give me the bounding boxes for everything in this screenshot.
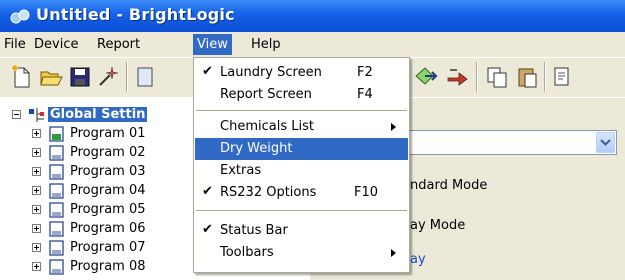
wizard-icon[interactable] — [95, 64, 121, 90]
tree-item-label[interactable]: Program 07 — [70, 240, 146, 255]
program-icon — [49, 183, 64, 199]
tree-item-label[interactable]: Program 06 — [70, 221, 146, 236]
expand-icon[interactable] — [32, 129, 41, 138]
toolbar-separator — [126, 62, 128, 92]
menu-file[interactable]: File — [4, 37, 26, 52]
copy-icon[interactable] — [484, 64, 510, 90]
program-icon — [49, 240, 64, 256]
submenu-arrow-icon — [391, 123, 396, 131]
menu-bar: File Device Report View Help — [0, 32, 625, 57]
program-icon — [49, 259, 64, 275]
tree-item-label[interactable]: Program 04 — [70, 183, 146, 198]
group-label: ay — [410, 252, 426, 267]
display-mode-label[interactable]: ay Mode — [410, 218, 465, 233]
connect-icon[interactable] — [413, 64, 439, 90]
send-icon[interactable] — [445, 64, 471, 90]
tree-item-label[interactable]: Program 03 — [70, 164, 146, 179]
new-file-icon[interactable] — [8, 64, 34, 90]
expand-icon[interactable] — [32, 167, 41, 176]
expand-icon[interactable] — [32, 243, 41, 252]
edit-icon[interactable] — [550, 64, 576, 90]
paste-icon[interactable] — [514, 64, 540, 90]
program-icon — [49, 202, 64, 218]
menu-item-laundry-screen[interactable]: ✔ Laundry Screen F2 — [195, 62, 408, 84]
title-bar: Untitled - BrightLogic — [0, 0, 625, 32]
checkmark-icon: ✔ — [202, 184, 213, 199]
expand-icon[interactable] — [32, 224, 41, 233]
menu-device[interactable]: Device — [34, 37, 78, 52]
tree-item-label[interactable]: Program 01 — [70, 126, 146, 141]
menu-help[interactable]: Help — [251, 37, 281, 52]
device-icon[interactable] — [134, 64, 160, 90]
open-folder-icon[interactable] — [38, 64, 64, 90]
checkmark-icon: ✔ — [202, 222, 213, 237]
save-icon[interactable] — [67, 64, 93, 90]
expand-icon[interactable] — [32, 148, 41, 157]
global-settings-icon — [29, 108, 44, 122]
program-icon — [49, 164, 64, 180]
collapse-icon[interactable] — [12, 110, 21, 119]
menu-item-toolbars[interactable]: Toolbars — [195, 242, 408, 264]
view-menu-dropdown: ✔ Laundry Screen F2 Report Screen F4 Che… — [193, 57, 410, 273]
menu-item-extras[interactable]: Extras — [195, 160, 408, 182]
app-logo-icon — [10, 9, 30, 24]
menu-report[interactable]: Report — [97, 37, 140, 52]
menu-separator — [196, 110, 407, 111]
chevron-down-icon — [600, 139, 611, 146]
checkmark-icon: ✔ — [202, 64, 213, 79]
expand-icon[interactable] — [32, 205, 41, 214]
submenu-arrow-icon — [391, 249, 396, 257]
program-icon — [49, 145, 64, 161]
program-icon — [49, 126, 64, 142]
menu-view[interactable]: View — [193, 34, 232, 55]
window-title: Untitled - BrightLogic — [36, 5, 235, 24]
expand-icon[interactable] — [32, 186, 41, 195]
menu-item-rs232-options[interactable]: ✔ RS232 Options F10 — [195, 182, 408, 204]
menu-separator — [196, 210, 407, 211]
tree-item-label[interactable]: Program 05 — [70, 202, 146, 217]
settings-combo[interactable] — [403, 130, 617, 155]
tree-item-label[interactable]: Program 02 — [70, 145, 146, 160]
tree-root-label[interactable]: Global Settin — [48, 107, 148, 122]
tree-item-label[interactable]: Program 08 — [70, 259, 146, 274]
menu-item-status-bar[interactable]: ✔ Status Bar — [195, 220, 408, 242]
menu-item-dry-weight[interactable]: Dry Weight — [195, 138, 408, 160]
combo-dropdown-button[interactable] — [596, 132, 615, 153]
toolbar-separator — [544, 62, 546, 92]
expand-icon[interactable] — [32, 262, 41, 271]
menu-item-chemicals-list[interactable]: Chemicals List — [195, 116, 408, 138]
toolbar-separator — [476, 62, 478, 92]
program-icon — [49, 221, 64, 237]
menu-item-report-screen[interactable]: Report Screen F4 — [195, 84, 408, 106]
standard-mode-label[interactable]: ndard Mode — [410, 178, 487, 193]
